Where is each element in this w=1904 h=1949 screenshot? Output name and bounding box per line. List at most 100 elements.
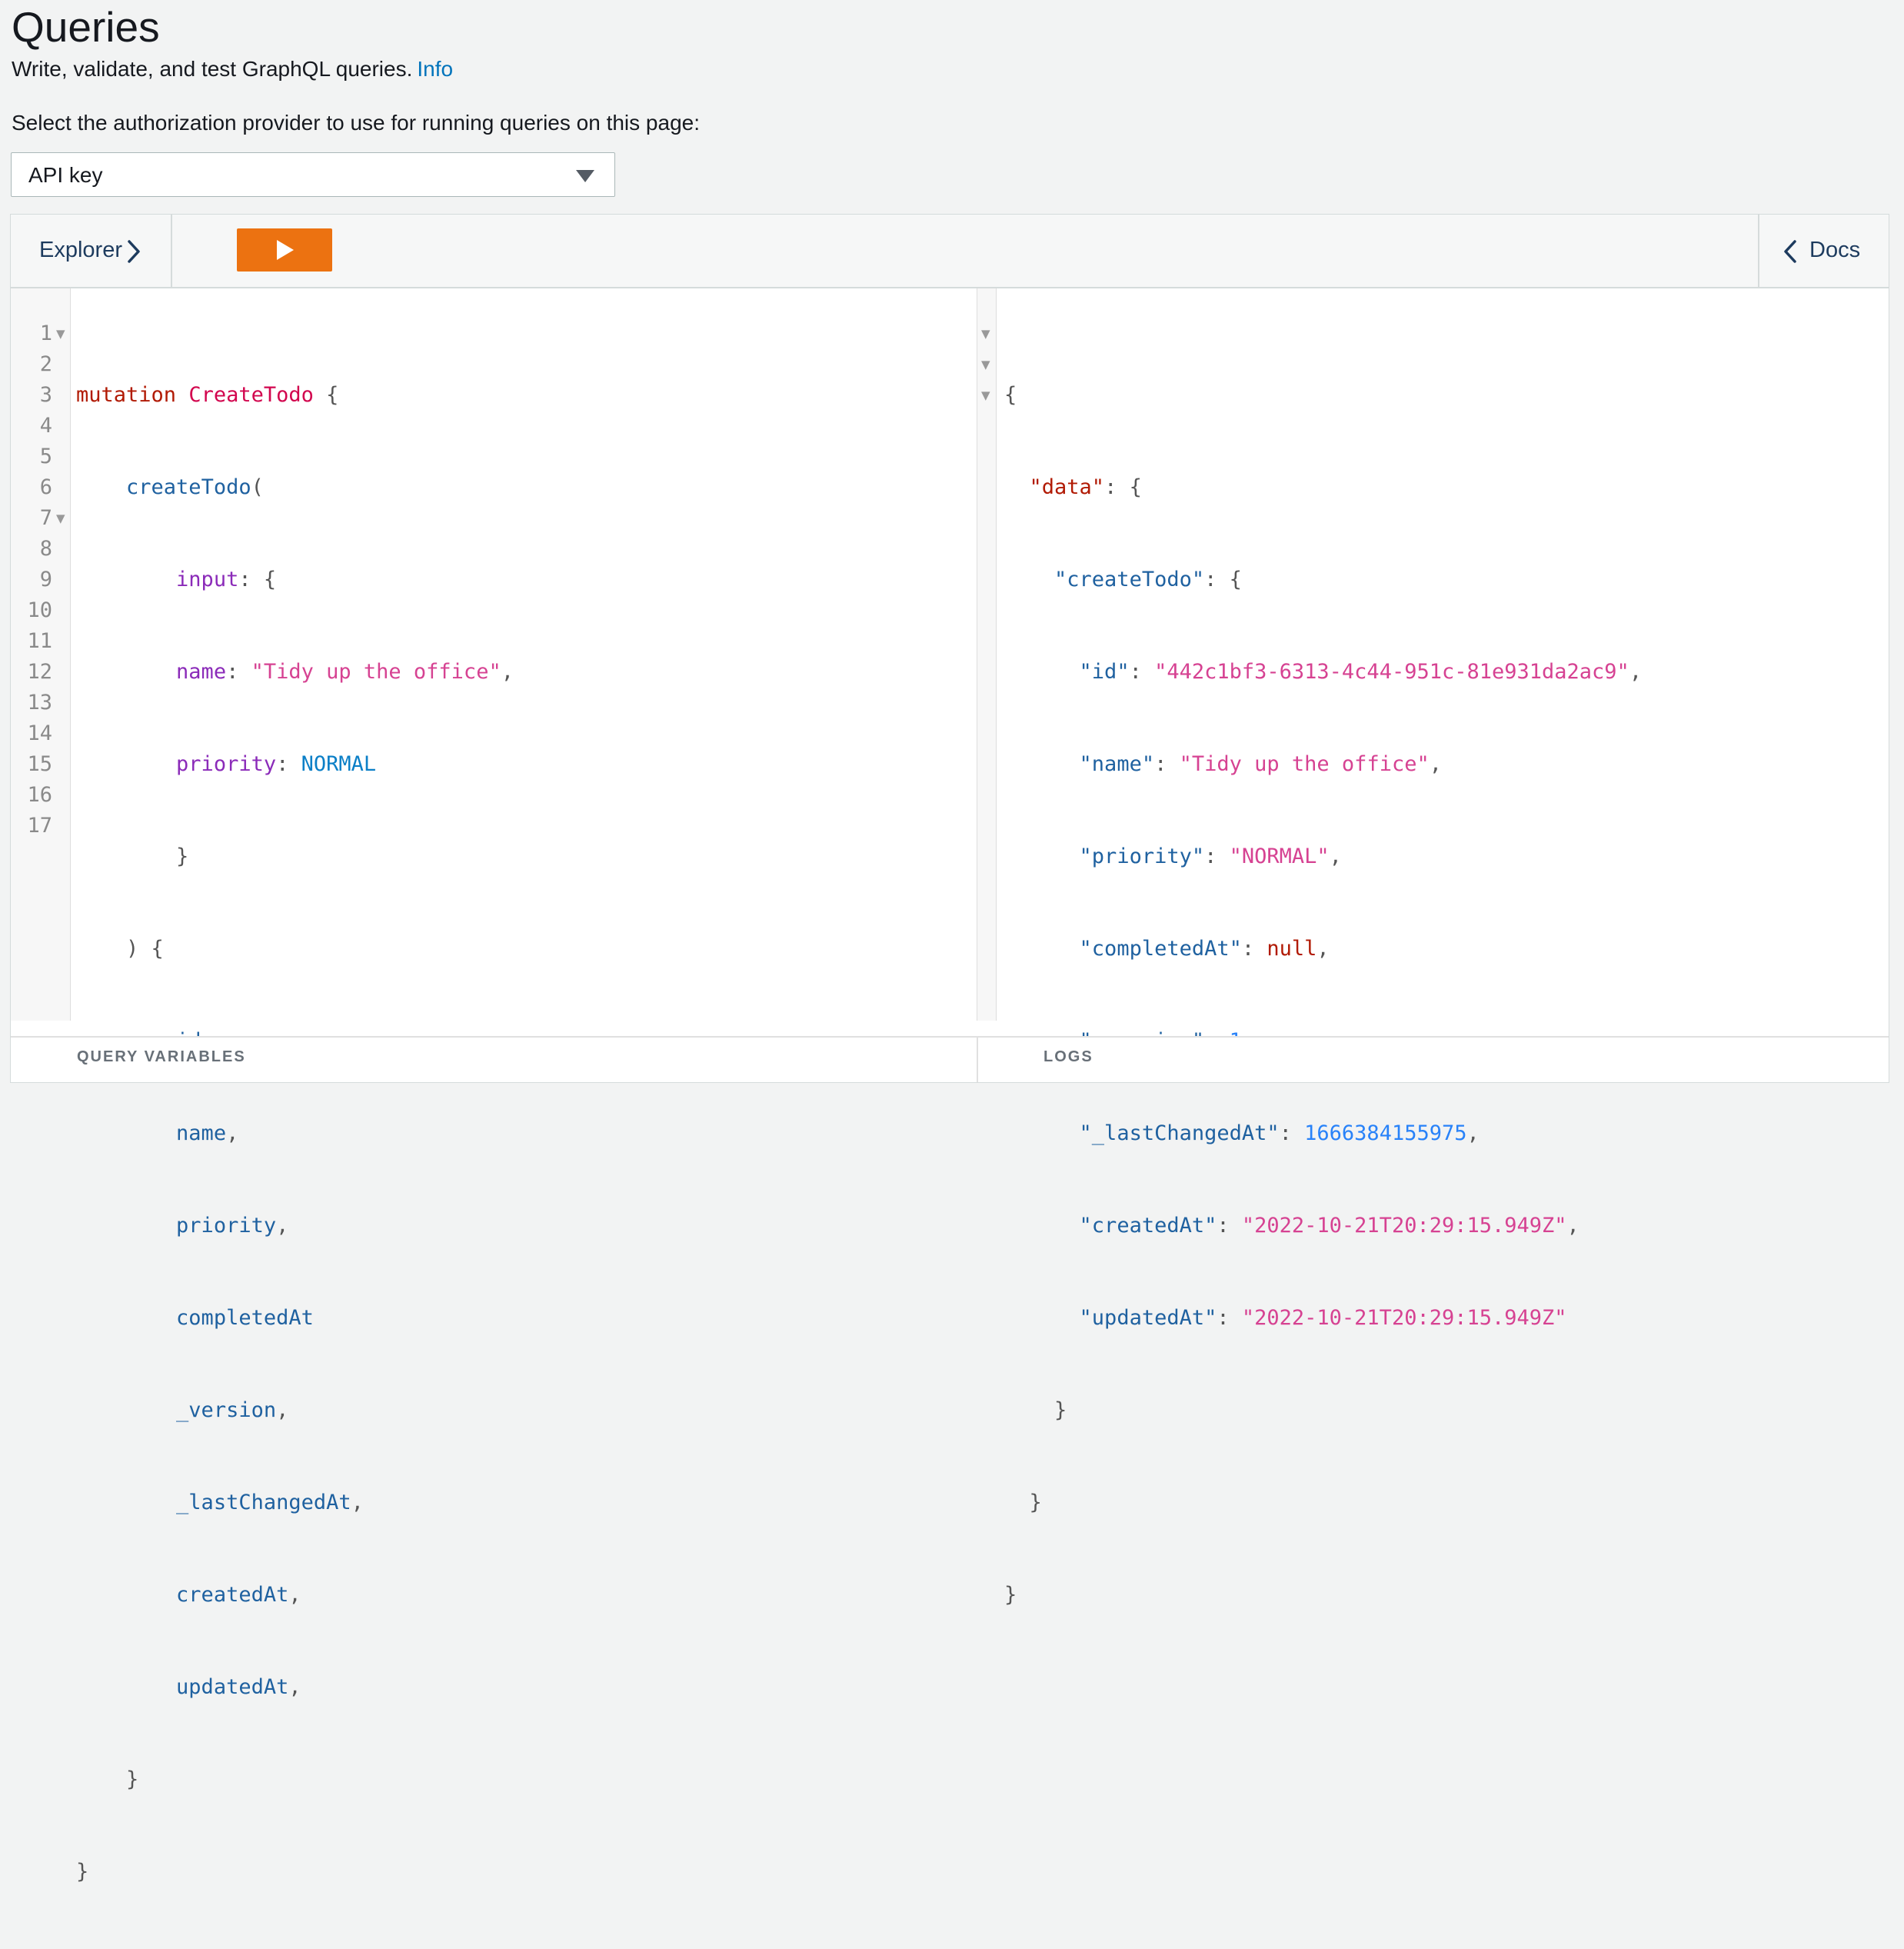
page-title: Queries [12,3,160,51]
fold-arrow-icon[interactable]: ▼ [981,349,990,380]
code-line: completedAt [76,1303,514,1334]
query-variables-tab[interactable]: QUERY VARIABLES [77,1048,246,1066]
docs-label: Docs [1809,238,1861,262]
punct-token: : [1204,845,1230,868]
punct-token: , [1566,1214,1579,1238]
punct-token: : { [1104,475,1142,499]
result-line: "createdAt": "2022-10-21T20:29:15.949Z", [1004,1211,1642,1241]
punct-token: } [76,1860,89,1884]
punct-token: ( [251,475,264,499]
chevron-left-icon [1784,240,1796,263]
result-line: "data": { [1004,472,1642,503]
auth-provider-selected-value: API key [28,163,103,187]
result-line: } [1004,1395,1642,1426]
punct-token: } [176,845,189,868]
json-key-token: "updatedAt" [1079,1306,1217,1330]
punct-token: , [226,1121,239,1145]
field-token: createdAt [176,1583,289,1607]
punct-token: , [351,1491,364,1514]
line-number: 10 [27,598,52,622]
docs-button[interactable]: Docs [1758,215,1889,287]
fold-arrow-icon[interactable]: ▼ [56,318,65,349]
punct-token: , [276,1398,289,1422]
punct-token: , [288,1583,301,1607]
run-query-button[interactable] [237,228,332,272]
bottom-bar: QUERY VARIABLES LOGS [11,1036,1889,1082]
punct-token: ) { [126,937,164,961]
json-key-token: "completedAt" [1079,937,1242,961]
line-number: 16 [27,783,52,807]
punct-token: , [276,1214,289,1238]
chevron-right-icon [128,240,140,263]
field-token: _lastChangedAt [176,1491,351,1514]
result-line: "name": "Tidy up the office", [1004,749,1642,780]
code-line: mutation CreateTodo { [76,380,514,411]
field-token: name [176,1121,227,1145]
argument-token: priority [176,752,277,776]
punct-token: : [1154,752,1180,776]
logs-tab[interactable]: LOGS [1044,1048,1093,1066]
json-key-token: "id" [1079,660,1130,684]
punct-token: , [501,660,514,684]
explorer-label: Explorer [39,238,122,262]
explorer-button[interactable]: Explorer [11,215,172,287]
query-editor[interactable]: mutation CreateTodo { createTodo( input:… [76,318,514,1949]
play-icon [277,240,294,260]
field-token: updatedAt [176,1675,289,1699]
line-number: 14 [27,721,52,745]
editor-toolbar: Explorer Docs [11,215,1889,288]
result-line: "createTodo": { [1004,565,1642,595]
bottom-bar-divider [977,1038,978,1082]
result-fold-gutter: ▼ ▼ ▼ [977,288,997,1021]
punct-token: { [313,383,339,407]
page-subtitle: Write, validate, and test GraphQL querie… [12,54,453,85]
fold-arrow-icon[interactable]: ▼ [981,380,990,411]
json-string-token: "Tidy up the office" [1179,752,1430,776]
auth-provider-label: Select the authorization provider to use… [12,111,701,135]
enum-token: NORMAL [301,752,377,776]
punct-token: , [1429,752,1442,776]
json-key-token: "priority" [1079,845,1205,868]
result-viewer: { "data": { "createTodo": { "id": "442c1… [1004,318,1642,1672]
fold-arrow-icon[interactable]: ▼ [56,503,65,534]
argument-token: name [176,660,227,684]
code-line: priority: NORMAL [76,749,514,780]
code-line: createdAt, [76,1580,514,1611]
fold-arrow-icon[interactable]: ▼ [981,318,990,349]
punct-token: , [288,1675,301,1699]
field-token: priority [176,1214,277,1238]
line-number: 1 [39,322,52,345]
line-number: 2 [39,352,52,376]
line-number: 6 [39,475,52,499]
punct-token: } [1029,1491,1042,1514]
code-line: createTodo( [76,472,514,503]
line-number: 5 [39,445,52,468]
result-line: "_lastChangedAt": 1666384155975, [1004,1118,1642,1149]
result-line: "updatedAt": "2022-10-21T20:29:15.949Z" [1004,1303,1642,1334]
json-key-token: "_lastChangedAt" [1079,1121,1280,1145]
code-line: input: { [76,565,514,595]
json-string-token: "NORMAL" [1229,845,1330,868]
line-number: 7 [39,506,52,530]
keyword-token: mutation [76,383,177,407]
code-line: _lastChangedAt, [76,1488,514,1518]
argument-token: input [176,568,239,591]
punct-token: , [1629,660,1643,684]
punct-token: , [1466,1121,1480,1145]
string-token: "Tidy up the office" [251,660,501,684]
info-link[interactable]: Info [417,57,453,81]
json-key-token: "name" [1079,752,1155,776]
result-line: { [1004,380,1642,411]
punct-token: { [1004,383,1017,407]
code-line: } [76,841,514,872]
punct-token: : { [1204,568,1242,591]
punct-token: } [1054,1398,1067,1422]
line-number: 3 [39,383,52,407]
json-number-token: 1666384155975 [1304,1121,1467,1145]
punct-token: , [1329,845,1342,868]
result-line: } [1004,1580,1642,1611]
auth-provider-select[interactable]: API key [11,152,615,197]
caret-down-icon [576,170,594,182]
field-token: createTodo [126,475,251,499]
result-line: "id": "442c1bf3-6313-4c44-951c-81e931da2… [1004,657,1643,688]
